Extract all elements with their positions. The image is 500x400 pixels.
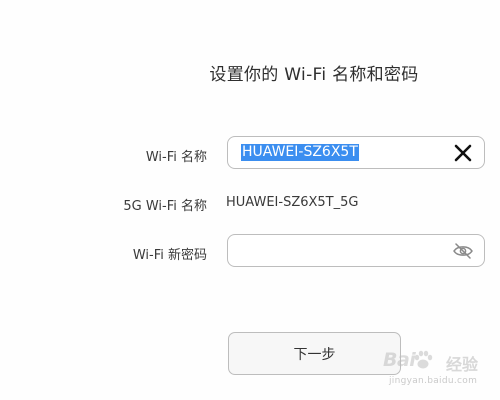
baidu-jingyan-watermark: Bai 经验 jingyan.baidu.com xyxy=(383,347,493,393)
next-button[interactable]: 下一步 xyxy=(228,332,401,375)
wifi-name-label: Wi-Fi 名称 xyxy=(145,150,207,165)
wifi-password-field[interactable] xyxy=(227,234,485,267)
page-title: 设置你的 Wi-Fi 名称和密码 xyxy=(209,65,419,85)
close-icon[interactable] xyxy=(452,142,474,164)
eye-hidden-icon-glyph xyxy=(453,243,473,259)
wifi-5g-name-label: 5G Wi-Fi 名称 xyxy=(123,199,207,214)
wifi-password-label: Wi-Fi 新密码 xyxy=(132,248,207,263)
watermark-url: jingyan.baidu.com xyxy=(389,376,478,386)
wifi-name-field[interactable]: HUAWEI-SZ6X5T xyxy=(227,136,485,169)
wifi-password-input[interactable] xyxy=(238,240,448,261)
close-icon-glyph xyxy=(454,144,472,162)
watermark-brand-suffix: 经验 xyxy=(446,355,479,374)
wifi-5g-name-value: HUAWEI-SZ6X5T_5G xyxy=(226,195,359,210)
paw-icon xyxy=(414,350,433,369)
wifi-name-value[interactable]: HUAWEI-SZ6X5T xyxy=(241,144,359,161)
watermark-brand: Bai xyxy=(383,349,416,371)
eye-hidden-icon[interactable] xyxy=(452,240,474,262)
